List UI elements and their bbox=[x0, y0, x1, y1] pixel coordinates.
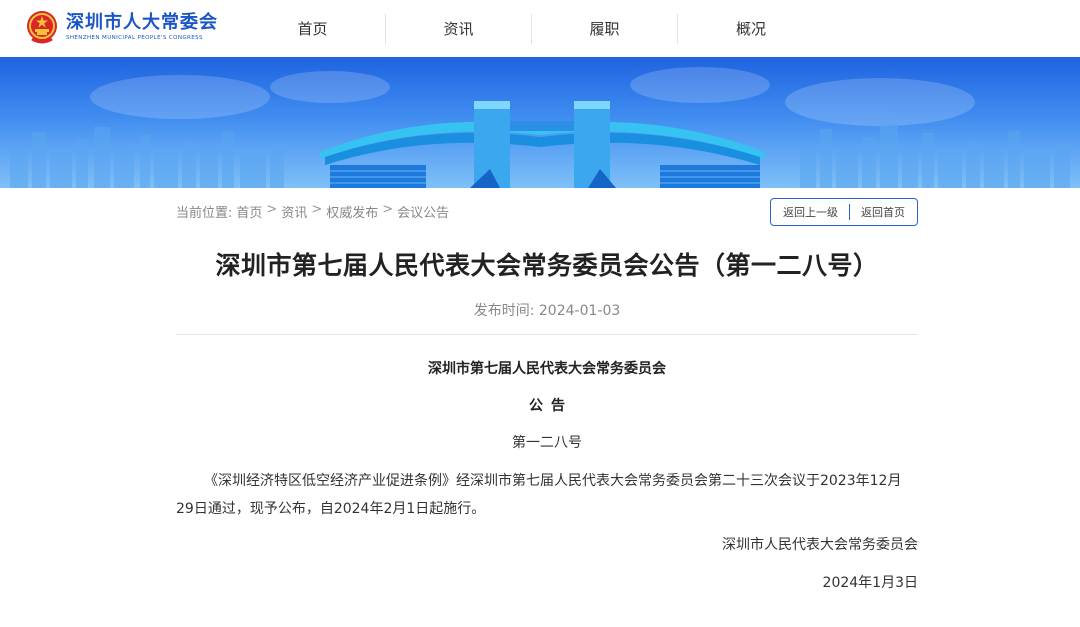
national-emblem-icon bbox=[27, 11, 57, 44]
breadcrumb-row: 当前位置: 首页 > 资讯 > 权威发布 > 会议公告 返回上一级 返回首页 bbox=[176, 198, 918, 226]
breadcrumb-separator: > bbox=[266, 202, 278, 217]
article-title: 深圳市第七届人民代表大会常务委员会公告（第一二八号） bbox=[215, 251, 879, 280]
logo-subtitle: SHENZHEN MUNICIPAL PEOPLE'S CONGRESS bbox=[66, 35, 203, 41]
breadcrumb-separator: > bbox=[382, 202, 394, 217]
nav-overview[interactable]: 概况 bbox=[678, 14, 824, 44]
doc-sign-date: 2024年1月3日 bbox=[822, 575, 918, 591]
title-divider bbox=[176, 334, 918, 335]
breadcrumb-item-announcements[interactable]: 会议公告 bbox=[397, 202, 449, 221]
breadcrumb-item-releases[interactable]: 权威发布 bbox=[326, 202, 378, 221]
doc-number: 第一二八号 bbox=[512, 435, 582, 451]
publish-info: 发布时间: 2024-01-03 bbox=[176, 300, 918, 320]
back-home-button[interactable]: 返回首页 bbox=[859, 204, 907, 220]
site-header: 深圳市人大常委会 SHENZHEN MUNICIPAL PEOPLE'S CON… bbox=[0, 0, 1080, 57]
breadcrumb-label: 当前位置: bbox=[176, 206, 233, 221]
site-logo[interactable]: 深圳市人大常委会 SHENZHEN MUNICIPAL PEOPLE'S CON… bbox=[26, 10, 218, 44]
breadcrumb-item-home[interactable]: 首页 bbox=[236, 202, 262, 221]
nav-news[interactable]: 资讯 bbox=[386, 14, 532, 44]
nav-duties[interactable]: 履职 bbox=[532, 14, 678, 44]
back-buttons: 返回上一级 返回首页 bbox=[770, 198, 918, 226]
doc-body: 《深圳经济特区低空经济产业促进条例》经深圳市第七届人民代表大会常务委员会第二十三… bbox=[176, 473, 902, 517]
header-banner bbox=[0, 57, 1080, 188]
back-up-button[interactable]: 返回上一级 bbox=[781, 204, 840, 220]
main-nav: 首页 资讯 履职 概况 bbox=[240, 14, 824, 44]
publish-label: 发布时间: bbox=[473, 303, 535, 319]
banner-illustration bbox=[10, 67, 1070, 188]
doc-signature: 深圳市人民代表大会常务委员会 bbox=[722, 537, 918, 553]
button-divider bbox=[849, 204, 850, 220]
breadcrumb-item-news[interactable]: 资讯 bbox=[281, 202, 307, 221]
logo-title: 深圳市人大常委会 bbox=[66, 12, 218, 33]
publish-date: 2024-01-03 bbox=[538, 303, 621, 319]
breadcrumb-separator: > bbox=[311, 202, 323, 217]
nav-home[interactable]: 首页 bbox=[240, 14, 386, 44]
doc-type: 公告 bbox=[529, 398, 573, 414]
doc-issuer: 深圳市第七届人民代表大会常务委员会 bbox=[428, 361, 666, 377]
breadcrumb: 当前位置: 首页 > 资讯 > 权威发布 > 会议公告 bbox=[176, 202, 453, 221]
